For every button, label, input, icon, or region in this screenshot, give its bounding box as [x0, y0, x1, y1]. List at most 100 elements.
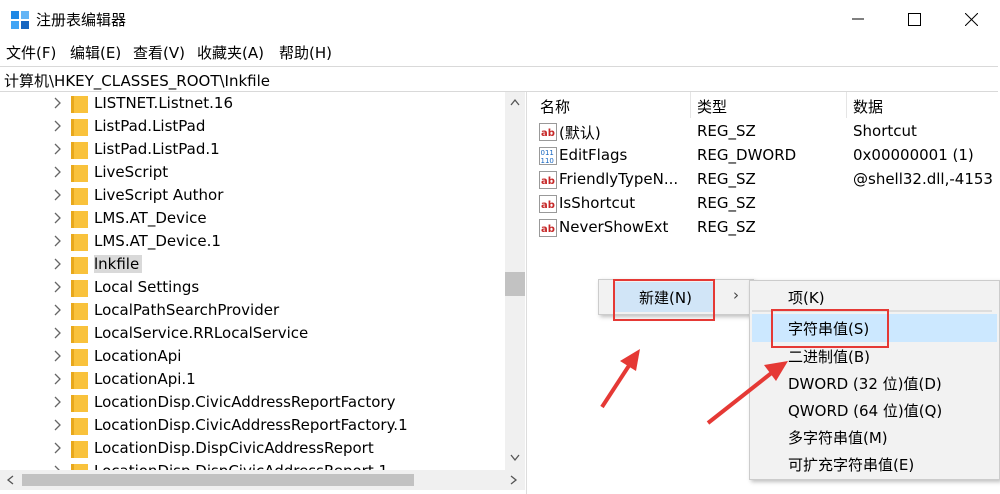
submenu-item-dword[interactable]: DWORD (32 位)值(D): [788, 373, 942, 394]
chevron-right-icon[interactable]: [52, 303, 62, 317]
folder-icon: [71, 441, 88, 458]
tree-item-label: LiveScript: [94, 163, 169, 181]
tree-item[interactable]: LiveScript: [0, 162, 505, 185]
column-separator[interactable]: [690, 92, 691, 118]
tree-vertical-scrollbar[interactable]: [505, 92, 525, 470]
scroll-thumb[interactable]: [22, 474, 414, 486]
value-name: (默认): [559, 124, 601, 142]
title-bar: 注册表编辑器: [0, 0, 1000, 38]
menu-edit[interactable]: 编辑(E): [70, 42, 121, 63]
folder-icon: [71, 234, 88, 251]
value-row[interactable]: ab IsShortcut REG_SZ: [533, 192, 1000, 216]
minimize-button[interactable]: [829, 0, 886, 38]
tree-item[interactable]: LocalService.RRLocalService: [0, 323, 505, 346]
chevron-right-icon[interactable]: [52, 326, 62, 340]
folder-icon: [71, 326, 88, 343]
chevron-right-icon[interactable]: [52, 165, 62, 179]
scroll-thumb[interactable]: [505, 272, 525, 296]
binary-value-icon: 011110: [539, 147, 557, 165]
value-type: REG_DWORD: [697, 146, 797, 164]
column-separator[interactable]: [846, 92, 847, 118]
chevron-right-icon[interactable]: [52, 119, 62, 133]
chevron-right-icon[interactable]: [52, 280, 62, 294]
menu-view[interactable]: 查看(V): [133, 42, 185, 63]
chevron-right-icon[interactable]: [52, 395, 62, 409]
tree-item-label: LMS.AT_Device: [94, 209, 207, 227]
folder-icon: [71, 280, 88, 297]
menu-help[interactable]: 帮助(H): [279, 42, 332, 63]
value-row[interactable]: ab FriendlyTypeN... REG_SZ @shell32.dll,…: [533, 168, 1000, 192]
submenu-item-qword[interactable]: QWORD (64 位)值(Q): [788, 400, 942, 421]
tree-item[interactable]: LiveScript Author: [0, 185, 505, 208]
minimize-icon: [851, 18, 864, 20]
tree-item[interactable]: LocationDisp.DispCivicAddressReport: [0, 438, 505, 461]
value-row[interactable]: ab (默认) REG_SZ Shortcut: [533, 120, 1000, 144]
tree-item[interactable]: LocationApi.1: [0, 369, 505, 392]
value-row[interactable]: 011 110 EditFlags REG_DWORD 0x00000001 (1…: [533, 144, 1000, 168]
submenu-item-key[interactable]: 项(K): [788, 287, 825, 308]
scroll-down-icon[interactable]: [510, 454, 520, 462]
submenu-item-expandable[interactable]: 可扩充字符串值(E): [788, 454, 914, 475]
close-button[interactable]: [943, 0, 1000, 38]
tree-item[interactable]: ListPad.ListPad.1: [0, 139, 505, 162]
chevron-right-icon[interactable]: [52, 418, 62, 432]
tree-item[interactable]: LISTNET.Listnet.16: [0, 93, 505, 116]
red-arrow-icon: [600, 349, 640, 409]
folder-icon: [71, 395, 88, 412]
tree-item[interactable]: LocationDisp.CivicAddressReportFactory.1: [0, 415, 505, 438]
column-header-name[interactable]: 名称: [540, 96, 570, 117]
menu-favorites[interactable]: 收藏夹(A): [197, 42, 264, 63]
close-icon: [965, 12, 978, 26]
tree-item[interactable]: Local Settings: [0, 277, 505, 300]
column-header-type[interactable]: 类型: [697, 96, 727, 117]
chevron-right-icon[interactable]: [52, 234, 62, 248]
tree-item[interactable]: LMS.AT_Device.1: [0, 231, 505, 254]
chevron-right-icon[interactable]: [52, 349, 62, 363]
scroll-right-icon[interactable]: [510, 475, 518, 485]
tree-item-selected[interactable]: lnkfile: [0, 254, 505, 277]
tree-item[interactable]: ListPad.ListPad: [0, 116, 505, 139]
chevron-right-icon[interactable]: [52, 372, 62, 386]
tree-horizontal-scrollbar[interactable]: [0, 470, 525, 490]
highlight-box-string: [771, 309, 889, 348]
tree-item[interactable]: LocalPathSearchProvider: [0, 300, 505, 323]
tree-item[interactable]: LocationApi: [0, 346, 505, 369]
folder-icon: [71, 165, 88, 182]
maximize-icon: [908, 12, 921, 26]
chevron-right-icon[interactable]: [52, 441, 62, 455]
submenu-item-binary[interactable]: 二进制值(B): [788, 346, 870, 367]
string-value-icon: ab: [539, 195, 557, 213]
column-header-data[interactable]: 数据: [853, 96, 883, 117]
chevron-right-icon[interactable]: [52, 257, 62, 271]
tree-item[interactable]: LMS.AT_Device: [0, 208, 505, 231]
scroll-left-icon[interactable]: [6, 475, 14, 485]
address-path[interactable]: 计算机\HKEY_CLASSES_ROOT\Inkfile: [4, 70, 270, 91]
chevron-right-icon[interactable]: [52, 142, 62, 156]
value-name: EditFlags: [559, 146, 628, 164]
chevron-right-icon: ›: [733, 286, 739, 304]
value-row[interactable]: ab NeverShowExt REG_SZ: [533, 216, 1000, 240]
maximize-button[interactable]: [886, 0, 943, 38]
svg-text:ab: ab: [541, 200, 555, 211]
tree-item[interactable]: LocationDisp.CivicAddressReportFactory: [0, 392, 505, 415]
address-bar[interactable]: 计算机\HKEY_CLASSES_ROOT\Inkfile: [0, 66, 998, 92]
folder-icon: [71, 303, 88, 320]
chevron-right-icon[interactable]: [52, 211, 62, 225]
folder-icon: [71, 96, 88, 113]
tree-item-label: LocationDisp.CivicAddressReportFactory.1: [94, 416, 408, 434]
string-value-icon: ab: [539, 171, 557, 189]
chevron-right-icon[interactable]: [52, 96, 62, 110]
folder-icon: [71, 188, 88, 205]
tree-item-label: LocationDisp.DispCivicAddressReport: [94, 439, 374, 457]
tree-item-label: ListPad.ListPad: [94, 117, 206, 135]
menu-file[interactable]: 文件(F): [6, 42, 56, 63]
submenu-item-multistring[interactable]: 多字符串值(M): [788, 427, 888, 448]
svg-text:011: 011: [541, 149, 554, 157]
chevron-right-icon[interactable]: [52, 188, 62, 202]
value-type: REG_SZ: [697, 218, 756, 236]
value-data: @shell32.dll,-4153: [853, 170, 993, 188]
tree-item-label: LISTNET.Listnet.16: [94, 94, 234, 112]
svg-text:110: 110: [541, 157, 554, 165]
tree-item-label: LocalService.RRLocalService: [94, 324, 309, 342]
scroll-up-icon[interactable]: [510, 98, 520, 106]
